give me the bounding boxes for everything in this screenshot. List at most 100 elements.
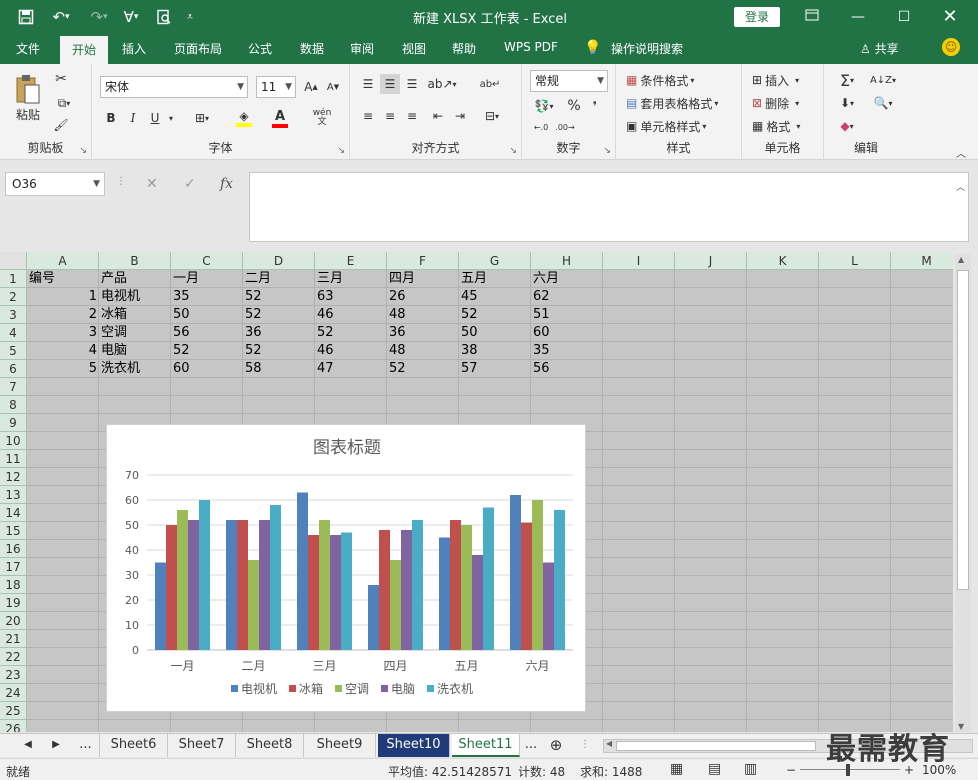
redo-icon[interactable]: ↷ ▾ [84, 5, 114, 29]
minimize-icon[interactable]: — [838, 5, 878, 29]
cell[interactable]: 62 [531, 288, 603, 306]
sheet-tab-10[interactable]: Sheet10 [378, 734, 450, 757]
row-header[interactable]: 20 [0, 612, 27, 630]
cell[interactable]: 56 [531, 360, 603, 378]
format-painter-qa-icon[interactable]: ∀ ▾ [118, 5, 144, 29]
prev-sheet-icon[interactable]: ◀ [16, 734, 40, 757]
increase-indent-icon[interactable]: ⇥ [450, 106, 470, 126]
cell[interactable]: 38 [459, 342, 531, 360]
cell[interactable]: 冰箱 [99, 306, 171, 324]
row-header[interactable]: 11 [0, 450, 27, 468]
underline-dropdown-icon[interactable]: ▾ [166, 108, 176, 128]
scroll-up-icon[interactable]: ▲ [958, 255, 964, 264]
cell[interactable]: 45 [459, 288, 531, 306]
cell[interactable]: 52 [243, 288, 315, 306]
comma-style-icon[interactable]: ❜ [588, 96, 602, 116]
chart[interactable]: 图表标题 0 10 20 30 40 50 60 70 一月 二月 三月 四月 五月 六月 电视机 冰箱 空… [106, 424, 586, 712]
splitter-icon[interactable]: ⋮ [578, 734, 592, 757]
tab-file[interactable]: 文件 [16, 40, 40, 57]
more-sheets-right[interactable]: ... [520, 734, 542, 757]
horizontal-scroll-thumb[interactable] [616, 741, 816, 751]
row-header[interactable]: 15 [0, 522, 27, 540]
fill-icon[interactable]: ⬇ ▾ [832, 93, 862, 113]
cell[interactable]: 编号 [27, 270, 99, 288]
number-format-combo[interactable]: 常规 ▼ [530, 70, 608, 92]
collapse-ribbon-icon[interactable]: ︿ [954, 146, 968, 160]
column-header[interactable]: K [747, 252, 819, 270]
tab-insert[interactable]: 插入 [122, 40, 146, 57]
sheet-tab-8[interactable]: Sheet8 [236, 734, 304, 757]
tab-page-layout[interactable]: 页面布局 [174, 40, 222, 57]
autosum-icon[interactable]: Σ ▾ [832, 70, 862, 90]
cell[interactable]: 六月 [531, 270, 603, 288]
font-launcher-icon[interactable]: ↘ [337, 146, 345, 156]
tell-me-search[interactable]: 操作说明搜索 [611, 40, 683, 57]
cell[interactable]: 3 [27, 324, 99, 342]
row-header[interactable]: 21 [0, 630, 27, 648]
cell[interactable]: 52 [243, 342, 315, 360]
cell[interactable]: 四月 [387, 270, 459, 288]
row-header[interactable]: 14 [0, 504, 27, 522]
row-header[interactable]: 17 [0, 558, 27, 576]
row-header[interactable]: 19 [0, 594, 27, 612]
font-color-icon[interactable]: A [266, 108, 294, 128]
row-header[interactable]: 6 [0, 360, 27, 378]
cell[interactable]: 58 [243, 360, 315, 378]
row-header[interactable]: 26 [0, 720, 27, 732]
scroll-left-icon[interactable]: ◀ [606, 739, 612, 748]
cell[interactable]: 60 [531, 324, 603, 342]
row-header[interactable]: 12 [0, 468, 27, 486]
align-middle-icon[interactable]: ☰ [380, 74, 400, 94]
column-header[interactable]: B [99, 252, 171, 270]
cell[interactable]: 52 [459, 306, 531, 324]
more-sheets-left[interactable]: ... [72, 734, 100, 757]
row-header[interactable]: 9 [0, 414, 27, 432]
format-cells-button[interactable]: ▦ 格式 ▾ [752, 116, 800, 136]
cell[interactable]: 5 [27, 360, 99, 378]
cell[interactable]: 电脑 [99, 342, 171, 360]
row-header[interactable]: 23 [0, 666, 27, 684]
align-bottom-icon[interactable]: ☰ [402, 74, 422, 94]
increase-decimal-icon[interactable]: ←.0 [530, 118, 552, 136]
cell-styles-button[interactable]: ▣ 单元格样式 ▾ [626, 116, 706, 136]
underline-button[interactable]: U [146, 108, 164, 128]
sheet-tab-7[interactable]: Sheet7 [168, 734, 236, 757]
cell[interactable]: 36 [243, 324, 315, 342]
cell[interactable]: 1 [27, 288, 99, 306]
clipboard-launcher-icon[interactable]: ↘ [79, 146, 87, 156]
column-header[interactable]: C [171, 252, 243, 270]
column-header[interactable]: I [603, 252, 675, 270]
cell[interactable]: 电视机 [99, 288, 171, 306]
align-left-icon[interactable]: ≡ [358, 106, 378, 126]
cell[interactable]: 57 [459, 360, 531, 378]
normal-view-icon[interactable]: ▦ [670, 761, 683, 777]
tab-data[interactable]: 数据 [300, 40, 324, 57]
font-size-combo[interactable]: 11 ▼ [256, 76, 296, 98]
row-header[interactable]: 4 [0, 324, 27, 342]
tab-help[interactable]: 帮助 [452, 40, 476, 57]
row-header[interactable]: 25 [0, 702, 27, 720]
clear-icon[interactable]: ◆ ▾ [832, 116, 862, 136]
cell[interactable]: 空调 [99, 324, 171, 342]
align-right-icon[interactable]: ≡ [402, 106, 422, 126]
row-header[interactable]: 3 [0, 306, 27, 324]
insert-function-icon[interactable]: fx [220, 176, 233, 192]
maximize-icon[interactable]: ☐ [884, 5, 924, 29]
column-header[interactable]: L [819, 252, 891, 270]
worksheet-grid[interactable]: ABCDEFGHIJKLM 1 2 3 4 5 6 7 8 9 10 11 12 13 14 15 16 17 1… [0, 252, 953, 732]
zoom-out-icon[interactable]: − [786, 763, 796, 777]
fill-color-icon[interactable]: ◈ [230, 108, 258, 128]
cell[interactable]: 52 [387, 360, 459, 378]
number-launcher-icon[interactable]: ↘ [603, 146, 611, 156]
page-layout-view-icon[interactable]: ▤ [708, 761, 721, 777]
conditional-format-button[interactable]: ▦ 条件格式 ▾ [626, 70, 694, 90]
cell[interactable]: 35 [531, 342, 603, 360]
column-header[interactable]: G [459, 252, 531, 270]
column-header[interactable]: E [315, 252, 387, 270]
orientation-icon[interactable]: ab↗ ▾ [427, 74, 456, 94]
decrease-indent-icon[interactable]: ⇤ [428, 106, 448, 126]
close-icon[interactable]: ✕ [930, 5, 970, 29]
vertical-scrollbar[interactable]: ▲ ▼ [955, 254, 971, 732]
cell[interactable]: 一月 [171, 270, 243, 288]
increase-font-icon[interactable]: A ▲ [302, 78, 320, 96]
